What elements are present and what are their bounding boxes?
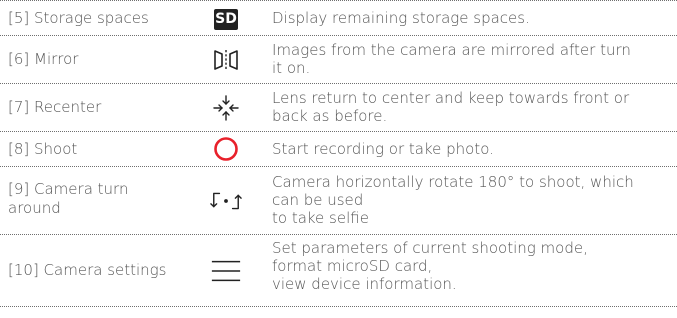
table-row: [9] Camera turn around Camera horizontal… <box>0 166 677 235</box>
row-name: [7] Recenter <box>8 98 102 116</box>
row-name: [9] Camera turn around <box>8 180 129 217</box>
table-row: [6] Mirror Images from the camera are mi… <box>0 35 677 84</box>
row-name: [10] Camera settings <box>8 261 167 279</box>
settings-menu-icon <box>210 257 242 285</box>
table-row: [5] Storage spaces SD Display remaining … <box>0 0 677 36</box>
table-row: [8] Shoot Start recording or take photo. <box>0 131 677 167</box>
camera-turn-around-icon <box>210 190 242 212</box>
row-description: Start recording or take photo. <box>272 140 494 158</box>
row-description: Camera horizontally rotate 180° to shoot… <box>272 173 634 227</box>
row-name: [5] Storage spaces <box>8 9 149 27</box>
mirror-icon <box>210 48 242 72</box>
shoot-icon <box>210 136 242 162</box>
table-row: [10] Camera settings Set parameters of c… <box>0 234 677 307</box>
row-description: Display remaining storage spaces. <box>272 9 530 27</box>
row-name: [6] Mirror <box>8 50 79 68</box>
table-row: [7] Recenter Lens return to center and k… <box>0 83 677 132</box>
sd-card-icon: SD <box>210 8 242 30</box>
row-description: Lens return to center and keep towards f… <box>272 89 630 125</box>
row-description: Images from the camera are mirrored afte… <box>272 41 631 77</box>
recenter-icon <box>210 95 242 121</box>
row-name: [8] Shoot <box>8 140 78 158</box>
row-description: Set parameters of current shooting mode,… <box>272 239 588 293</box>
